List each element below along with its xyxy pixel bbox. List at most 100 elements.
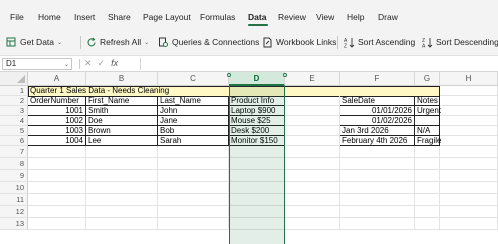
empty-cell[interactable] bbox=[158, 206, 229, 218]
empty-cell[interactable] bbox=[415, 182, 440, 194]
table-cell[interactable]: Monitor $150 bbox=[229, 136, 285, 146]
column-header-b[interactable]: B bbox=[86, 72, 158, 86]
empty-cell[interactable] bbox=[440, 158, 498, 170]
empty-cell[interactable] bbox=[285, 96, 340, 106]
selection-handle[interactable] bbox=[283, 73, 287, 77]
table-cell[interactable]: Smith bbox=[86, 106, 158, 116]
menu-draw[interactable]: Draw bbox=[378, 12, 398, 22]
empty-cell[interactable] bbox=[285, 126, 340, 136]
chevron-down-icon[interactable]: ⌄ bbox=[64, 60, 69, 70]
table-cell[interactable]: Sarah bbox=[158, 136, 229, 146]
empty-cell[interactable] bbox=[415, 146, 440, 158]
row-header-7[interactable]: 7 bbox=[0, 146, 28, 158]
table-cell[interactable]: 1002 bbox=[28, 116, 86, 126]
empty-cell[interactable] bbox=[86, 170, 158, 182]
empty-cell[interactable] bbox=[229, 170, 285, 182]
empty-cell[interactable] bbox=[28, 170, 86, 182]
empty-cell[interactable] bbox=[28, 218, 86, 230]
menu-share[interactable]: Share bbox=[108, 12, 131, 22]
row-header-11[interactable]: 11 bbox=[0, 194, 28, 206]
empty-cell[interactable] bbox=[440, 182, 498, 194]
menu-insert[interactable]: Insert bbox=[74, 12, 95, 22]
empty-cell[interactable] bbox=[28, 158, 86, 170]
empty-cell[interactable] bbox=[285, 170, 340, 182]
menu-data[interactable]: Data bbox=[248, 12, 266, 22]
empty-cell[interactable] bbox=[285, 218, 340, 230]
table-cell[interactable]: Doe bbox=[86, 116, 158, 126]
column-header-c[interactable]: C bbox=[158, 72, 229, 86]
empty-cell[interactable] bbox=[86, 146, 158, 158]
row-header-13[interactable]: 13 bbox=[0, 218, 28, 230]
empty-cell[interactable] bbox=[86, 158, 158, 170]
empty-cell[interactable] bbox=[340, 218, 415, 230]
empty-cell[interactable] bbox=[229, 146, 285, 158]
empty-cell[interactable] bbox=[86, 182, 158, 194]
empty-cell[interactable] bbox=[440, 194, 498, 206]
empty-cell[interactable] bbox=[285, 206, 340, 218]
column-header-e[interactable]: E bbox=[285, 72, 340, 86]
empty-cell[interactable] bbox=[158, 182, 229, 194]
empty-cell[interactable] bbox=[440, 106, 498, 116]
get-data-button[interactable]: Get Data ⌄ bbox=[6, 35, 62, 49]
column-header-a[interactable]: A bbox=[28, 72, 86, 86]
table-cell[interactable] bbox=[415, 116, 440, 126]
cancel-icon[interactable]: ✕ bbox=[84, 58, 92, 69]
table-cell[interactable]: John bbox=[158, 106, 229, 116]
empty-cell[interactable] bbox=[415, 194, 440, 206]
empty-cell[interactable] bbox=[285, 116, 340, 126]
empty-cell[interactable] bbox=[440, 96, 498, 106]
empty-cell[interactable] bbox=[158, 194, 229, 206]
row-header-8[interactable]: 8 bbox=[0, 158, 28, 170]
formula-input[interactable] bbox=[140, 58, 495, 70]
workbook-links-button[interactable]: Workbook Links bbox=[262, 35, 336, 49]
empty-cell[interactable] bbox=[440, 218, 498, 230]
row-header-6[interactable]: 6 bbox=[0, 136, 28, 146]
menu-help[interactable]: Help bbox=[347, 12, 364, 22]
empty-cell[interactable] bbox=[86, 194, 158, 206]
menu-review[interactable]: Review bbox=[278, 12, 306, 22]
menu-home[interactable]: Home bbox=[38, 12, 61, 22]
table-cell[interactable]: Jane bbox=[158, 116, 229, 126]
table-cell[interactable]: 01/02/2026 bbox=[340, 116, 415, 126]
empty-cell[interactable] bbox=[340, 182, 415, 194]
empty-cell[interactable] bbox=[340, 146, 415, 158]
empty-cell[interactable] bbox=[340, 194, 415, 206]
empty-cell[interactable] bbox=[440, 170, 498, 182]
empty-cell[interactable] bbox=[229, 218, 285, 230]
table-cell[interactable]: February 4th 2026 bbox=[340, 136, 415, 146]
empty-cell[interactable] bbox=[285, 158, 340, 170]
enter-icon[interactable]: ✓ bbox=[98, 58, 106, 69]
row-header-4[interactable]: 4 bbox=[0, 116, 28, 126]
empty-cell[interactable] bbox=[440, 86, 498, 96]
column-header-d[interactable]: D bbox=[229, 72, 285, 86]
table-cell[interactable]: Fragile bbox=[415, 136, 441, 146]
queries-connections-button[interactable]: Queries & Connections bbox=[158, 35, 259, 49]
table-cell[interactable]: 1003 bbox=[28, 126, 86, 136]
header-cell-c[interactable]: Last_Name bbox=[158, 96, 229, 106]
empty-cell[interactable] bbox=[158, 146, 229, 158]
empty-cell[interactable] bbox=[415, 170, 440, 182]
empty-cell[interactable] bbox=[28, 146, 86, 158]
row-header-9[interactable]: 9 bbox=[0, 170, 28, 182]
empty-cell[interactable] bbox=[415, 206, 440, 218]
column-header-g[interactable]: G bbox=[415, 72, 440, 86]
table-cell[interactable]: Bob bbox=[158, 126, 229, 136]
empty-cell[interactable] bbox=[440, 116, 498, 126]
empty-cell[interactable] bbox=[229, 182, 285, 194]
empty-cell[interactable] bbox=[229, 206, 285, 218]
selection-handle[interactable] bbox=[227, 73, 231, 77]
empty-cell[interactable] bbox=[415, 218, 440, 230]
empty-cell[interactable] bbox=[440, 136, 498, 146]
table-cell[interactable]: 1004 bbox=[28, 136, 86, 146]
table-cell[interactable]: Desk $200 bbox=[229, 126, 285, 136]
empty-cell[interactable] bbox=[158, 170, 229, 182]
spreadsheet-grid[interactable]: A B C D E F G H 1 2 3 4 5 6 7 8 9 10 11 … bbox=[0, 72, 498, 244]
table-cell[interactable]: Urgent bbox=[415, 106, 441, 116]
table-cell[interactable]: Jan 3rd 2026 bbox=[340, 126, 415, 136]
table-cell[interactable]: N/A bbox=[415, 126, 440, 136]
row-header-3[interactable]: 3 bbox=[0, 106, 28, 116]
empty-cell[interactable] bbox=[285, 182, 340, 194]
header-cell-g[interactable]: Notes bbox=[415, 96, 440, 106]
column-header-h[interactable]: H bbox=[440, 72, 498, 86]
empty-cell[interactable] bbox=[229, 194, 285, 206]
